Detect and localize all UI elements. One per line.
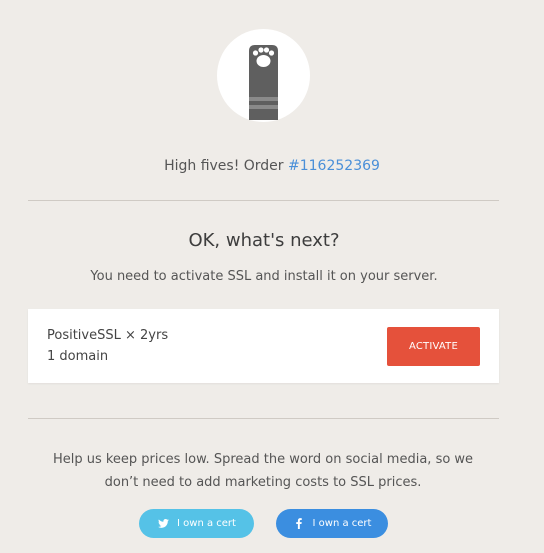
next-steps-title: OK, what's next? — [188, 230, 340, 251]
facebook-share-button[interactable]: I own a cert — [276, 509, 388, 538]
divider — [28, 418, 499, 419]
cat-paw-illustration — [217, 29, 310, 122]
twitter-share-label: I own a cert — [177, 518, 236, 529]
next-steps-subtitle: You need to activate SSL and install it … — [90, 269, 438, 284]
facebook-share-label: I own a cert — [312, 518, 372, 529]
product-name: PositiveSSL × 2yrs — [47, 328, 169, 343]
paw-icon — [249, 45, 278, 120]
twitter-icon — [157, 518, 169, 530]
order-item-card: PositiveSSL × 2yrs 1 domain ACTIVATE — [28, 309, 499, 383]
twitter-share-button[interactable]: I own a cert — [139, 509, 254, 538]
order-number-link[interactable]: #116252369 — [288, 158, 380, 174]
order-prefix: High fives! Order — [164, 158, 284, 174]
activate-button[interactable]: ACTIVATE — [387, 327, 480, 366]
domain-count: 1 domain — [47, 349, 109, 364]
share-help-line-2: don’t need to add marketing costs to SSL… — [104, 475, 422, 490]
order-confirmation: High fives! Order #116252369 — [0, 156, 544, 176]
facebook-icon — [293, 518, 305, 530]
share-help-line-1: Help us keep prices low. Spread the word… — [52, 452, 474, 467]
order-confirmation-page: High fives! Order #116252369 OK, what's … — [0, 0, 544, 553]
share-help-text: Help us keep prices low. Spread the word… — [20, 448, 506, 494]
divider — [28, 200, 499, 201]
